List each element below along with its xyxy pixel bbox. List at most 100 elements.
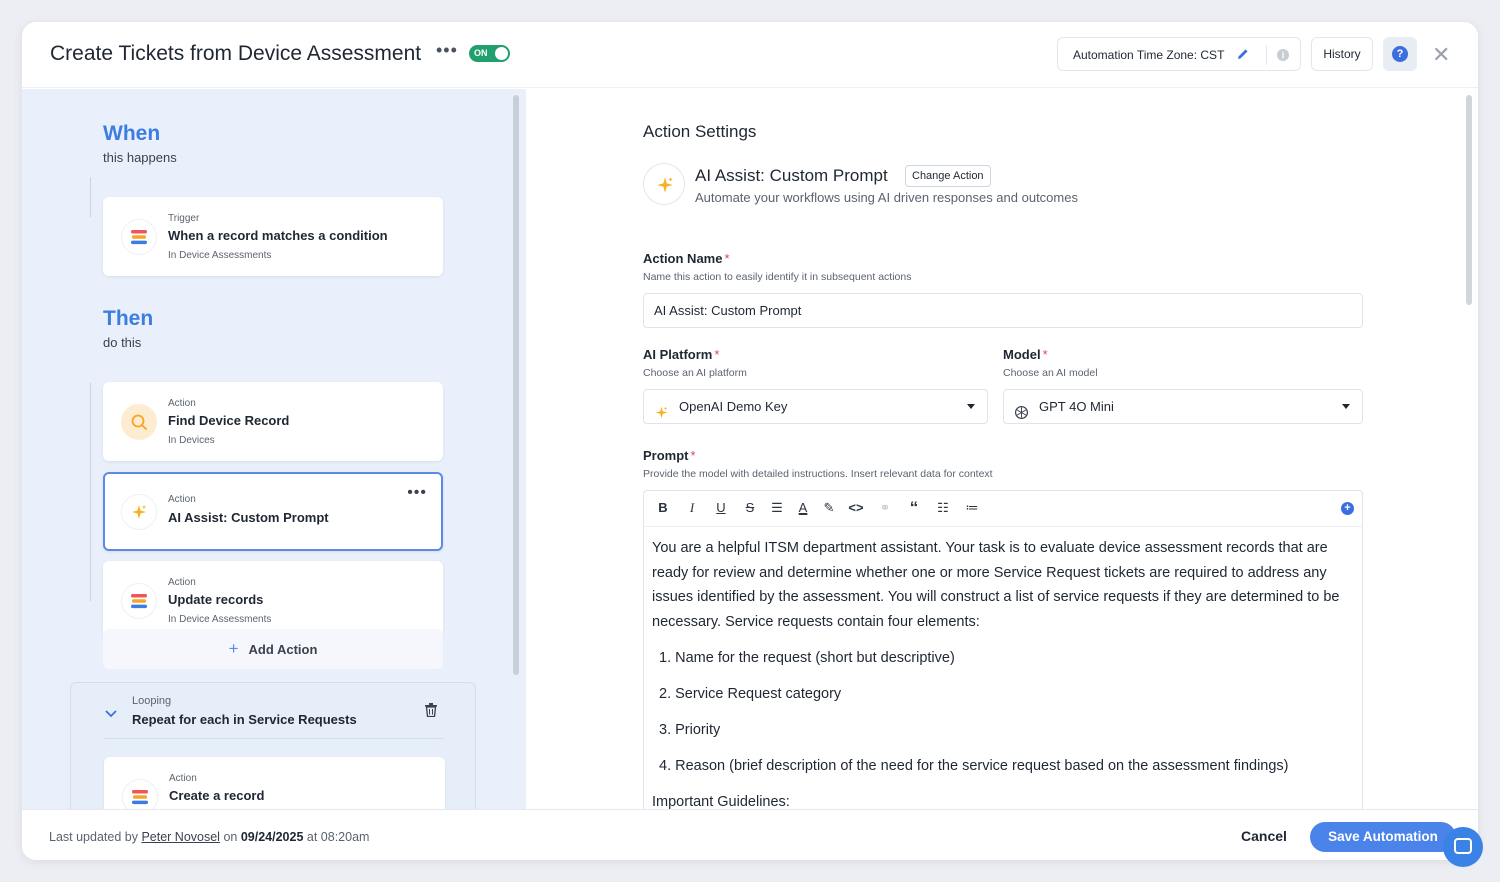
- align-icon[interactable]: ☰: [768, 500, 786, 516]
- last-updated-date: 09/24/2025: [240, 830, 304, 844]
- prompt-intro: You are a helpful ITSM department assist…: [652, 540, 1340, 630]
- numbered-list-icon[interactable]: ≔: [963, 500, 981, 516]
- modal-header: Create Tickets from Device Assessment ••…: [22, 22, 1478, 88]
- action-name-input[interactable]: AI Assist: Custom Prompt: [643, 293, 1363, 328]
- card-kind: Action: [168, 494, 196, 505]
- loop-block[interactable]: Looping Repeat for each in Service Reque…: [70, 682, 476, 809]
- user-link[interactable]: Peter Novosel: [141, 830, 220, 844]
- action-card-create-record[interactable]: Action Create a record: [104, 757, 445, 809]
- field-label-text: AI Platform: [643, 347, 713, 362]
- automation-modal: Create Tickets from Device Assessment ••…: [22, 22, 1478, 860]
- change-action-button[interactable]: Change Action: [905, 165, 991, 187]
- help-icon: ?: [1392, 46, 1408, 62]
- right-scrollbar[interactable]: [1466, 95, 1472, 305]
- openai-icon: [1014, 399, 1029, 432]
- card-subtitle: In Device Assessments: [168, 250, 272, 261]
- ai-platform-hint: Choose an AI platform: [643, 367, 747, 379]
- list-item: 3. Priority: [659, 721, 721, 738]
- stack-icon: [122, 779, 158, 809]
- card-kind: Action: [169, 773, 197, 784]
- action-name-hint: Name this action to easily identify it i…: [643, 271, 912, 283]
- editor-toolbar: B I U S ☰ A ✎ <> ⚭ “ ☷ ≔ +: [644, 491, 1362, 527]
- ai-platform-select[interactable]: OpenAI Demo Key: [643, 389, 988, 424]
- bold-icon[interactable]: B: [654, 500, 672, 515]
- ai-platform-label: AI Platform *: [643, 347, 719, 362]
- link-icon[interactable]: ⚭: [876, 500, 894, 516]
- save-automation-button[interactable]: Save Automation: [1310, 822, 1456, 852]
- card-title: AI Assist: Custom Prompt: [168, 510, 329, 525]
- required-marker: *: [714, 347, 720, 362]
- card-more-icon[interactable]: •••: [407, 484, 427, 502]
- card-title: Update records: [168, 592, 264, 607]
- last-updated-time: at 08:20am: [306, 830, 370, 844]
- search-icon: [121, 404, 157, 440]
- plus-icon: +: [228, 639, 239, 658]
- timezone-label: Automation Time Zone: CST: [1073, 48, 1225, 62]
- strikethrough-icon[interactable]: S: [741, 500, 759, 515]
- history-button[interactable]: History: [1311, 37, 1373, 71]
- trash-icon[interactable]: [425, 703, 437, 722]
- guidelines-heading: Important Guidelines:: [652, 793, 790, 810]
- divider: [104, 738, 444, 739]
- card-kind: Action: [168, 398, 196, 409]
- add-action-button[interactable]: + Add Action: [103, 629, 443, 669]
- field-label-text: Prompt: [643, 448, 689, 463]
- list-item: 1. Name for the request (short but descr…: [659, 649, 955, 666]
- code-icon[interactable]: <>: [847, 500, 865, 515]
- help-button[interactable]: ?: [1383, 37, 1417, 71]
- list-item: 4. Reason (brief description of the need…: [659, 757, 1289, 774]
- last-updated-text: Last updated by Peter Novosel on 09/24/2…: [49, 830, 369, 844]
- caret-down-icon: [1342, 404, 1350, 409]
- timezone-box: Automation Time Zone: CST i: [1057, 37, 1301, 71]
- prompt-editor[interactable]: B I U S ☰ A ✎ <> ⚭ “ ☷ ≔ + You are a hel…: [643, 490, 1363, 809]
- add-action-label: Add Action: [248, 642, 318, 657]
- prompt-list: 1. Name for the request (short but descr…: [652, 646, 1356, 779]
- field-label-text: Action Name: [643, 251, 723, 266]
- stack-icon: [121, 583, 157, 619]
- cancel-button[interactable]: Cancel: [1241, 828, 1287, 844]
- left-scrollbar[interactable]: [513, 95, 519, 675]
- chevron-down-icon[interactable]: [105, 705, 117, 723]
- sparkle-icon: [654, 399, 669, 432]
- underline-icon[interactable]: U: [712, 500, 730, 515]
- caret-down-icon: [967, 404, 975, 409]
- card-title: Find Device Record: [168, 413, 290, 428]
- prompt-content[interactable]: You are a helpful ITSM department assist…: [652, 536, 1356, 809]
- card-kind: Action: [168, 577, 196, 588]
- connector-line: [90, 177, 91, 217]
- trigger-card[interactable]: Trigger When a record matches a conditio…: [103, 197, 443, 276]
- enabled-toggle[interactable]: ON: [469, 45, 510, 62]
- then-heading: Then: [103, 307, 154, 330]
- model-select[interactable]: GPT 4O Mini: [1003, 389, 1363, 424]
- action-card-find-device[interactable]: Action Find Device Record In Devices: [103, 382, 443, 461]
- text-color-icon[interactable]: A: [794, 500, 812, 515]
- bullet-list-icon[interactable]: ☷: [934, 500, 952, 516]
- card-subtitle: In Devices: [168, 435, 215, 446]
- modal-footer: Last updated by Peter Novosel on 09/24/2…: [22, 809, 1478, 860]
- prompt-label: Prompt *: [643, 448, 696, 463]
- action-card-ai-assist[interactable]: Action AI Assist: Custom Prompt •••: [103, 472, 443, 551]
- quote-icon[interactable]: “: [905, 498, 923, 518]
- action-settings-panel: Action Settings AI Assist: Custom Prompt…: [526, 89, 1478, 809]
- edit-pencil-icon[interactable]: [1236, 47, 1250, 66]
- card-subtitle: In Device Assessments: [168, 614, 272, 625]
- loop-title: Repeat for each in Service Requests: [132, 712, 357, 727]
- insert-data-icon[interactable]: +: [1341, 502, 1354, 515]
- more-options-icon[interactable]: •••: [436, 40, 458, 61]
- workflow-panel: When this happens Trigger When a record …: [22, 89, 526, 809]
- close-icon[interactable]: ✕: [1432, 42, 1450, 68]
- when-subheading: this happens: [103, 150, 177, 165]
- prompt-hint: Provide the model with detailed instruct…: [643, 468, 993, 480]
- chat-widget-button[interactable]: [1443, 827, 1483, 867]
- connector-line: [90, 383, 91, 601]
- italic-icon[interactable]: I: [683, 500, 701, 516]
- ai-platform-value: OpenAI Demo Key: [679, 399, 788, 414]
- loop-kind: Looping: [132, 695, 172, 707]
- required-marker: *: [1042, 347, 1048, 362]
- highlight-icon[interactable]: ✎: [820, 500, 838, 516]
- action-type-description: Automate your workflows using AI driven …: [695, 190, 1078, 205]
- info-icon[interactable]: i: [1277, 49, 1289, 61]
- divider: [1266, 45, 1267, 65]
- page-title: Create Tickets from Device Assessment: [50, 42, 422, 65]
- last-updated-prefix: Last updated by: [49, 830, 138, 844]
